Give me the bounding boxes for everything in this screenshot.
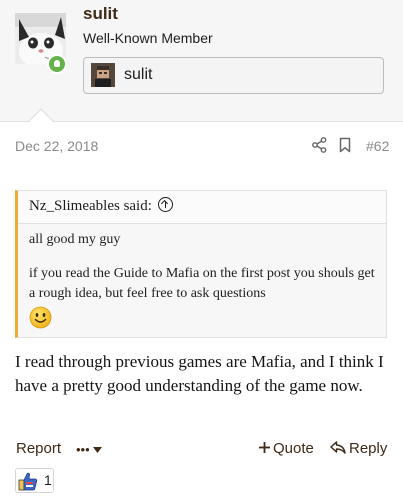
post-number[interactable]: #62 — [366, 138, 389, 154]
reaction-count: 1 — [44, 472, 52, 488]
quote-line: if you read the Guide to Mafia on the fi… — [29, 266, 375, 301]
bookmark-icon[interactable] — [339, 137, 351, 158]
minecraft-skin-icon — [91, 63, 115, 87]
reactions-summary[interactable]: 1 — [15, 468, 54, 493]
post-body: I read through previous games are Mafia,… — [15, 352, 384, 395]
quote-content: all good my guy if you read the Guide to… — [29, 230, 379, 336]
quote-label: Quote — [273, 440, 314, 457]
plus-icon — [259, 442, 270, 453]
like-icon — [18, 471, 38, 496]
quote-author[interactable]: Nz_Slimeables said: — [29, 198, 152, 214]
username[interactable]: sulit — [83, 4, 118, 24]
quote-button[interactable]: Quote — [259, 440, 314, 457]
report-button[interactable]: Report — [16, 440, 61, 457]
user-banner: sulit — [83, 57, 384, 94]
header-pointer — [26, 104, 56, 122]
online-status-icon — [47, 54, 67, 74]
user-title: Well-Known Member — [83, 30, 213, 46]
go-to-quote-icon[interactable] — [157, 197, 173, 212]
more-options-button[interactable]: ••• — [76, 442, 103, 457]
reply-label: Reply — [349, 440, 388, 457]
reply-button[interactable]: Reply — [330, 440, 387, 457]
reply-arrow-icon — [330, 441, 346, 454]
quote-header[interactable]: Nz_Slimeables said: — [18, 191, 386, 224]
smiley-face-icon — [29, 306, 379, 336]
banner-username: sulit — [124, 66, 153, 83]
quote-line: all good my guy — [29, 232, 121, 247]
quote-block: Nz_Slimeables said: all good my guy if y… — [15, 190, 387, 338]
user-header: sulit Well-Known Member sulit — [0, 0, 403, 122]
share-icon[interactable] — [312, 137, 327, 158]
chevron-down-icon — [93, 447, 103, 453]
more-dots: ••• — [76, 442, 90, 457]
post-date[interactable]: Dec 22, 2018 — [15, 138, 98, 154]
banner-avatar — [91, 63, 115, 87]
